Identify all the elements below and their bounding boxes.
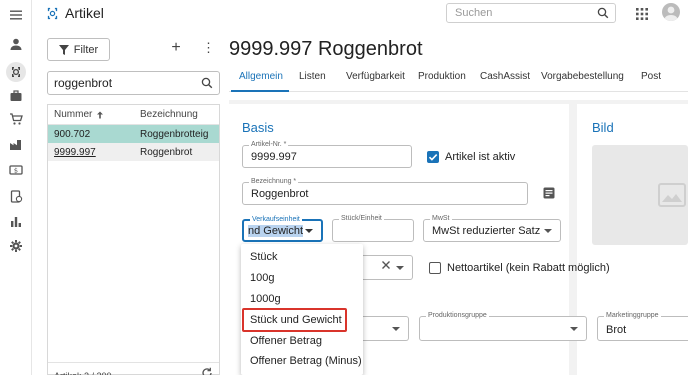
- table-row[interactable]: 9999.997 Roggenbrot: [48, 143, 219, 161]
- marketinggruppe-value: Brot: [606, 324, 627, 336]
- factory-icon[interactable]: [9, 137, 23, 151]
- bezeichnung-label: Bezeichnung *: [249, 178, 299, 186]
- stueck-einheit-field[interactable]: Stück/Einheit: [332, 215, 414, 242]
- tab-allgemein[interactable]: Allgemein: [239, 71, 283, 82]
- artikel-nr-value: 9999.997: [251, 151, 297, 163]
- image-placeholder[interactable]: [592, 145, 688, 245]
- bild-section-title: Bild: [592, 120, 614, 135]
- menu-icon[interactable]: [9, 8, 23, 22]
- filter-button[interactable]: Filter: [47, 38, 110, 61]
- cell-bezeichnung: Roggenbrot: [140, 146, 193, 158]
- cell-bezeichnung: Roggenbrotteig: [140, 128, 209, 140]
- verkaufseinheit-label: Verkaufseinheit: [250, 216, 302, 224]
- warengruppe-select[interactable]: [355, 316, 409, 341]
- artikel-nr-label: Artikel-Nr. *: [249, 141, 289, 149]
- article-table: Nummer Bezeichnung 900.702 Roggenbrottei…: [47, 104, 220, 375]
- artikel-aktiv-label: Artikel ist aktiv: [445, 151, 516, 163]
- artikel-aktiv-checkbox[interactable]: [427, 151, 439, 163]
- active-tab-indicator: [231, 90, 289, 92]
- clear-icon[interactable]: [381, 260, 391, 270]
- app-title: Artikel: [46, 5, 104, 21]
- basis-section-title: Basis: [242, 120, 274, 135]
- bar-chart-icon[interactable]: [9, 214, 23, 228]
- search-icon[interactable]: [201, 77, 213, 89]
- avatar[interactable]: [662, 3, 680, 21]
- cell-nummer: 900.702: [54, 128, 91, 140]
- page-title: 9999.997 Roggenbrot: [229, 38, 423, 60]
- dropdown-option[interactable]: Offener Betrag: [241, 331, 363, 351]
- tab-listen[interactable]: Listen: [299, 71, 326, 82]
- dropdown-option[interactable]: 100g: [241, 268, 363, 288]
- image-icon: [658, 183, 686, 207]
- table-row[interactable]: 900.702 Roggenbrotteig: [48, 125, 219, 143]
- filter-button-label: Filter: [73, 43, 99, 56]
- caret-down-icon: [544, 229, 552, 233]
- tab-vorgabebestellung[interactable]: Vorgabebestellung: [541, 71, 624, 82]
- marketinggruppe-label: Marketinggruppe: [604, 312, 661, 320]
- person-icon[interactable]: [9, 37, 23, 51]
- global-search[interactable]: [446, 3, 616, 23]
- mwst-label: MwSt: [430, 215, 452, 223]
- app-title-text: Artikel: [65, 5, 104, 21]
- add-article-button[interactable]: +: [169, 40, 183, 56]
- cart-icon[interactable]: [9, 112, 23, 126]
- global-search-input[interactable]: [447, 4, 587, 22]
- netto-label: Nettoartikel (kein Rabatt möglich): [447, 262, 610, 274]
- mwst-value: MwSt reduzierter Satz: [432, 225, 541, 237]
- nav-rail: $: [0, 0, 32, 375]
- column-header-label: Nummer: [54, 109, 93, 120]
- bezeichnung-value: Roggenbrot: [251, 188, 309, 200]
- dropdown-option[interactable]: 1000g: [241, 289, 363, 309]
- produktionsgruppe-label: Produktionsgruppe: [426, 312, 489, 320]
- clipboard-clock-icon[interactable]: [9, 189, 23, 203]
- check-icon: [428, 154, 438, 161]
- produktionsgruppe-select[interactable]: Produktionsgruppe: [419, 312, 587, 341]
- list-search[interactable]: [47, 71, 220, 95]
- caret-down-icon: [570, 327, 578, 331]
- dropdown-option[interactable]: Offener Betrag (Minus): [241, 351, 363, 371]
- dropdown-option[interactable]: Stück: [241, 247, 363, 267]
- caret-down-icon: [396, 266, 404, 270]
- more-options-button[interactable]: ⋮: [202, 40, 215, 56]
- cell-nummer: 9999.997: [54, 146, 96, 158]
- search-icon[interactable]: [597, 7, 609, 19]
- highlight-annotation-box: [242, 308, 347, 332]
- tab-produktion[interactable]: Produktion: [418, 71, 466, 82]
- table-footer-count: Artikel: 2 / 200: [48, 362, 219, 375]
- marketinggruppe-select[interactable]: Marketinggruppe Brot: [597, 312, 688, 341]
- stueck-einheit-label: Stück/Einheit: [339, 215, 384, 223]
- article-icon: [47, 7, 58, 19]
- svg-text:$: $: [14, 167, 18, 175]
- notes-icon[interactable]: [543, 187, 555, 199]
- table-header: Nummer Bezeichnung: [48, 105, 219, 125]
- caret-down-icon: [305, 229, 313, 233]
- caret-down-icon: [392, 327, 400, 331]
- briefcase-icon[interactable]: [9, 89, 23, 103]
- tab-cashassist[interactable]: CashAssist: [480, 71, 530, 82]
- money-icon[interactable]: $: [9, 163, 23, 177]
- column-header-bezeichnung[interactable]: Bezeichnung: [134, 109, 198, 120]
- gear-icon[interactable]: [9, 239, 23, 253]
- list-search-input[interactable]: [48, 72, 193, 94]
- tab-bar: Allgemein Listen Verfügbarkeit Produktio…: [229, 66, 688, 92]
- tab-verfuegbarkeit[interactable]: Verfügbarkeit: [346, 71, 405, 82]
- column-header-nummer[interactable]: Nummer: [48, 109, 134, 120]
- mwst-select[interactable]: MwSt MwSt reduzierter Satz: [423, 215, 561, 242]
- verkaufseinheit-value: nd Gewicht: [248, 225, 304, 237]
- netto-checkbox[interactable]: [429, 262, 441, 274]
- filter-icon: [58, 44, 69, 55]
- sort-arrow-up-icon: [97, 111, 104, 118]
- bezeichnung-field[interactable]: Bezeichnung * Roggenbrot: [242, 178, 528, 205]
- refresh-icon[interactable]: [201, 367, 213, 375]
- apps-grid-icon[interactable]: [636, 8, 648, 20]
- article-nav-icon[interactable]: [6, 62, 26, 82]
- verkaufseinheit-select[interactable]: Verkaufseinheit nd Gewicht: [242, 216, 323, 242]
- top-bar: Artikel: [32, 0, 688, 28]
- tab-post[interactable]: Post: [641, 71, 661, 82]
- artikel-nr-field[interactable]: Artikel-Nr. * 9999.997: [242, 141, 412, 168]
